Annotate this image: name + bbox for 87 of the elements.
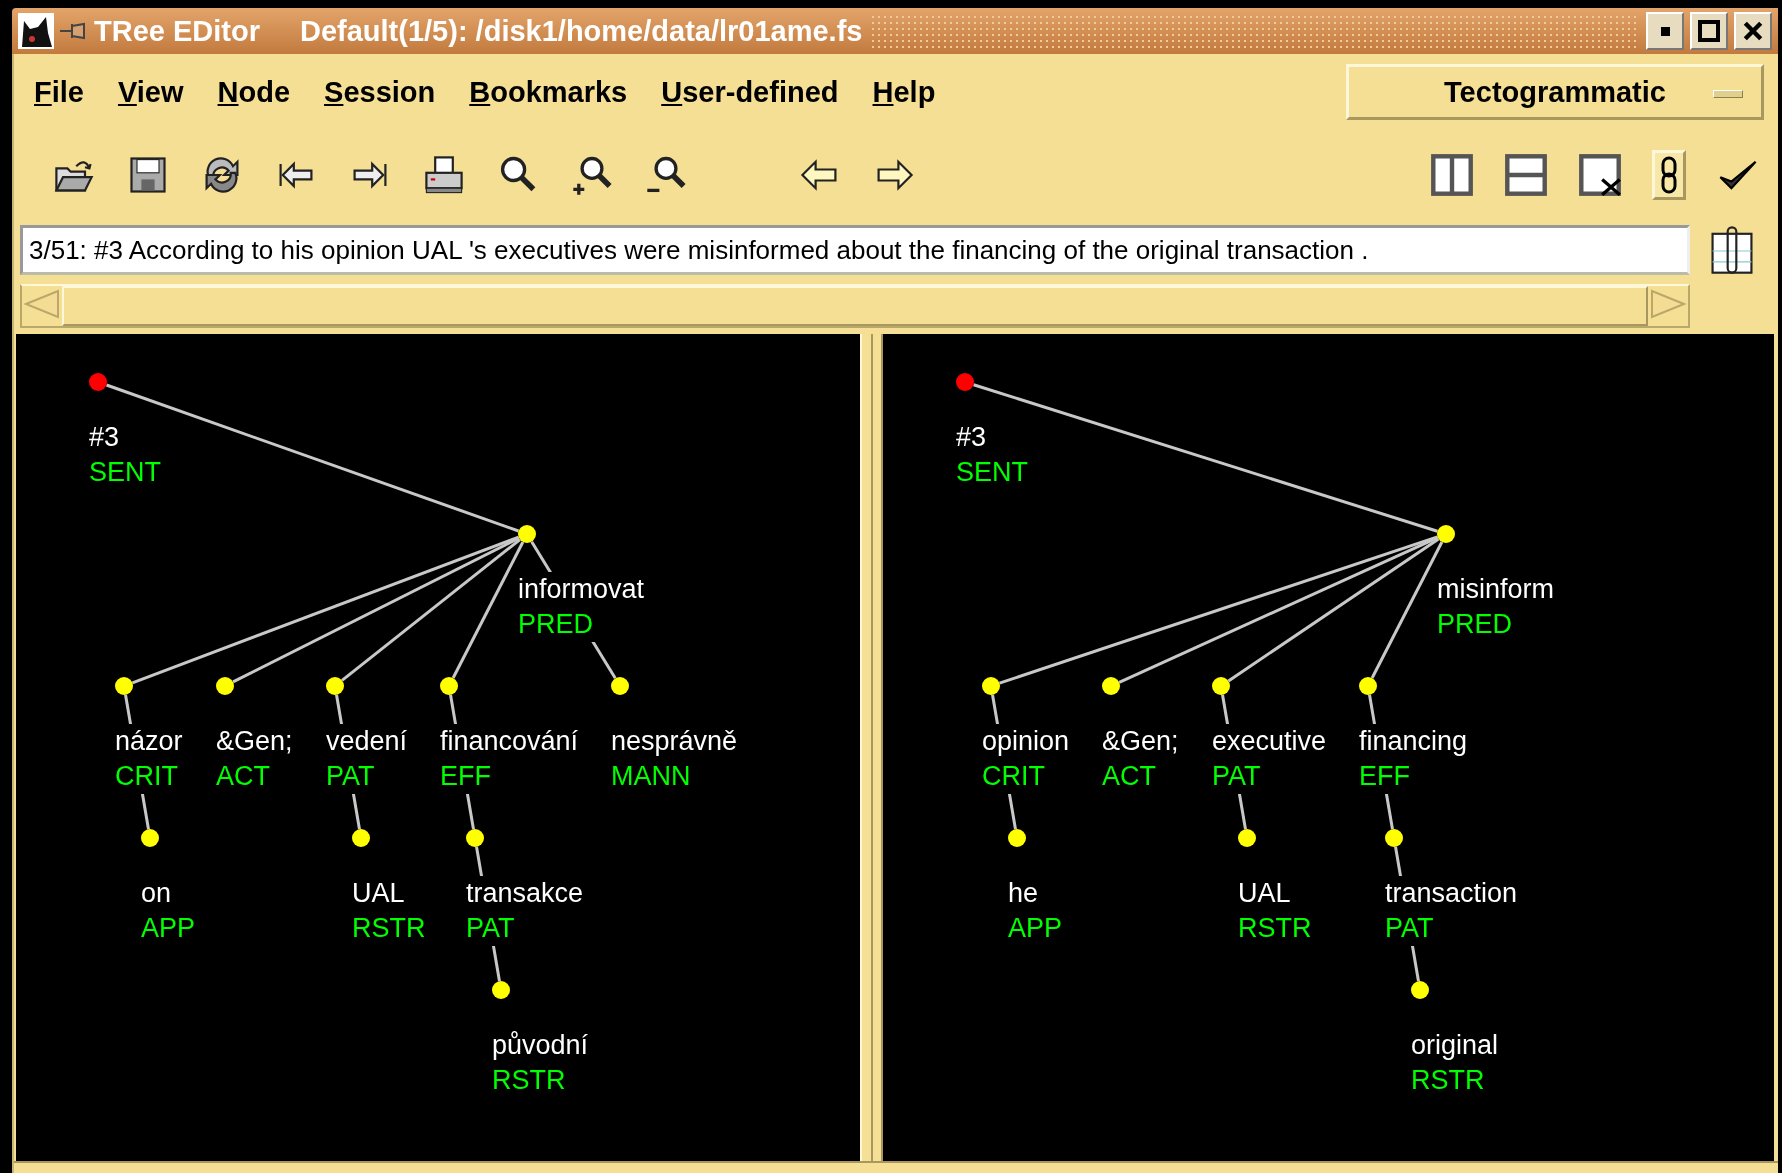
node-functor: PAT [326, 760, 376, 793]
mode-dropdown[interactable]: Tectogrammatic [1346, 64, 1764, 120]
close-icon[interactable] [1742, 20, 1764, 42]
node-functor: PAT [1385, 912, 1435, 945]
menu-item[interactable]: Bookmarks [469, 75, 628, 109]
menu-item[interactable]: Help [872, 75, 936, 109]
node-functor: RSTR [492, 1064, 567, 1097]
menu-item[interactable]: Session [324, 75, 436, 109]
node-word: UAL [352, 877, 406, 910]
node-word: transaction [1385, 877, 1518, 910]
tree-node[interactable] [352, 829, 370, 847]
node-functor: RSTR [1238, 912, 1312, 945]
tree-node[interactable] [956, 373, 974, 391]
node-functor: EFF [440, 760, 492, 793]
tree-node[interactable] [1437, 525, 1455, 543]
tree-node[interactable] [1385, 829, 1403, 847]
node-functor: CRIT [115, 760, 179, 793]
horizontal-split-icon[interactable] [1504, 153, 1548, 197]
document-path: Default(1/5): /disk1/home/data/lr01ame.fs [300, 14, 863, 48]
sentence-field[interactable]: 3/51: #3 According to his opinion UAL 's executives were misinformed about the financing of the original transaction . [20, 225, 1690, 275]
close-button[interactable] [1734, 12, 1772, 50]
node-functor: MANN [611, 760, 692, 793]
node-word: #3 [956, 421, 988, 454]
link-button[interactable] [1652, 150, 1686, 200]
node-functor: ACT [1102, 760, 1157, 793]
node-functor: PAT [466, 912, 516, 945]
node-word: misinform [1437, 573, 1554, 606]
vertical-split-icon[interactable] [1430, 153, 1474, 197]
window-title: TRee EDitor [94, 14, 260, 48]
node-word: nesprávně [611, 725, 738, 758]
node-word: vedení [326, 725, 408, 758]
menu-item[interactable]: User-defined [661, 75, 839, 109]
tree-node[interactable] [1411, 981, 1429, 999]
maximize-button[interactable] [1690, 12, 1728, 50]
clipboard-icon[interactable] [1710, 223, 1754, 277]
node-functor: CRIT [982, 760, 1046, 793]
node-word: informovat [518, 573, 645, 606]
tree-node[interactable] [492, 981, 510, 999]
close-view-icon[interactable] [1578, 153, 1622, 197]
tree-node[interactable] [440, 677, 458, 695]
node-word: financování [440, 725, 579, 758]
node-functor: SENT [956, 456, 1028, 489]
node-functor: RSTR [352, 912, 426, 945]
node-functor: PAT [1212, 760, 1262, 793]
node-functor: PRED [1437, 608, 1513, 641]
minimize-button[interactable] [1646, 12, 1684, 50]
tree-node[interactable] [1238, 829, 1256, 847]
tree-node[interactable] [982, 677, 1000, 695]
node-word: UAL [1238, 877, 1292, 910]
node-word: on [141, 877, 173, 910]
node-functor: RSTR [1411, 1064, 1486, 1097]
menu-item[interactable]: File [34, 75, 84, 109]
node-functor: PRED [518, 608, 594, 641]
tree-node[interactable] [89, 373, 107, 391]
node-word: #3 [89, 421, 121, 454]
tree-node[interactable] [1212, 677, 1230, 695]
node-functor: APP [1008, 912, 1063, 945]
tree-node[interactable] [141, 829, 159, 847]
node-word: he [1008, 877, 1040, 910]
node-functor: SENT [89, 456, 161, 489]
tree-node[interactable] [1008, 829, 1026, 847]
node-word: financing [1359, 725, 1468, 758]
node-functor: ACT [216, 760, 271, 793]
node-word: &Gen; [216, 725, 293, 758]
node-word: executive [1212, 725, 1327, 758]
tree-node[interactable] [466, 829, 484, 847]
node-word: opinion [982, 725, 1070, 758]
tree-node[interactable] [1102, 677, 1120, 695]
pane-splitter[interactable] [860, 334, 883, 1161]
node-functor: EFF [1359, 760, 1411, 793]
menu-item[interactable]: View [117, 75, 184, 109]
tree-node[interactable] [1359, 677, 1377, 695]
tree-node[interactable] [518, 525, 536, 543]
menu-item[interactable]: Node [217, 75, 291, 109]
chain-link-icon[interactable] [1659, 155, 1679, 195]
node-word: názor [115, 725, 183, 758]
node-word: &Gen; [1102, 725, 1179, 758]
pin-icon[interactable] [58, 21, 88, 41]
node-word: original [1411, 1029, 1499, 1062]
node-word: původní [492, 1029, 589, 1062]
cat-icon[interactable] [18, 13, 54, 49]
tree-node[interactable] [115, 677, 133, 695]
node-functor: APP [141, 912, 196, 945]
tree-node[interactable] [611, 677, 629, 695]
node-word: transakce [466, 877, 584, 910]
tree-node[interactable] [216, 677, 234, 695]
tree-node[interactable] [326, 677, 344, 695]
